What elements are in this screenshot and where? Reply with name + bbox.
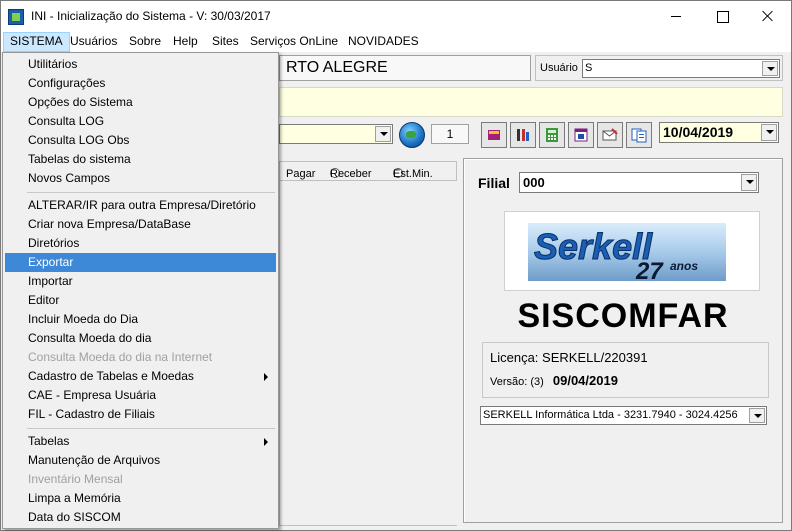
contact-select[interactable]: SERKELL Informática Ltda - 3231.7940 - 3…: [480, 406, 767, 425]
version-label: Versão: (3): [490, 376, 544, 388]
filial-label: Filial: [478, 175, 510, 191]
calendar-button[interactable]: [568, 122, 594, 148]
license-line: Licença: SERKELL/220391: [490, 350, 648, 365]
book-button[interactable]: [481, 122, 507, 148]
submenu-arrow-icon: [264, 373, 268, 381]
book-icon: [488, 130, 500, 140]
chevron-down-icon[interactable]: [749, 408, 765, 423]
minimize-button[interactable]: [653, 1, 699, 32]
product-name: SISCOMFAR: [517, 297, 729, 335]
svg-text:27: 27: [635, 258, 664, 281]
menu-item-consulta-log-obs[interactable]: Consulta LOG Obs: [5, 131, 276, 150]
submenu-arrow-icon: [264, 438, 268, 446]
menu-item-diretorios[interactable]: Diretórios: [5, 234, 276, 253]
svg-text:anos: anos: [670, 259, 698, 273]
info-bar: [279, 87, 783, 117]
left-panel: [279, 181, 457, 526]
chevron-down-icon[interactable]: [741, 174, 757, 191]
menu-item-opcoes-do-sistema[interactable]: Opções do Sistema: [5, 93, 276, 112]
mail-button[interactable]: [597, 122, 623, 148]
user-select[interactable]: S: [582, 59, 780, 78]
menu-item-cae[interactable]: CAE - Empresa Usuária: [5, 386, 276, 405]
menu-help[interactable]: Help: [167, 32, 204, 52]
menu-item-criar-empresa[interactable]: Criar nova Empresa/DataBase: [5, 215, 276, 234]
menu-item-importar[interactable]: Importar: [5, 272, 276, 291]
sistema-dropdown-menu: Utilitários Configurações Opções do Sist…: [2, 52, 279, 529]
contact-value: SERKELL Informática Ltda - 3231.7940 - 3…: [483, 409, 738, 421]
menu-item-configuracoes[interactable]: Configurações: [5, 74, 276, 93]
chevron-down-icon[interactable]: [375, 126, 391, 142]
license-label: Licença:: [490, 350, 539, 365]
menu-item-tabelas-do-sistema[interactable]: Tabelas do sistema: [5, 150, 276, 169]
type-radio-group: Pagar Receber Est.Min.: [279, 161, 457, 181]
city-field: RTO ALEGRE: [279, 55, 531, 81]
search-combo[interactable]: [279, 124, 393, 144]
menu-item-consulta-moeda[interactable]: Consulta Moeda do dia: [5, 329, 276, 348]
menu-item-alterar-empresa[interactable]: ALTERAR/IR para outra Empresa/Diretório: [5, 196, 276, 215]
menu-separator: [27, 428, 275, 429]
menu-separator: [27, 192, 275, 193]
title-bar: INI - Inicialização do Sistema - V: 30/0…: [1, 1, 791, 32]
menu-sistema[interactable]: SISTEMA: [3, 32, 70, 52]
date-value: 10/04/2019: [663, 124, 734, 140]
menu-item-limpa-memoria[interactable]: Limpa a Memória: [5, 489, 276, 508]
filial-value: 000: [523, 175, 545, 190]
app-window: INI - Inicialização do Sistema - V: 30/0…: [0, 0, 792, 531]
menu-sobre[interactable]: Sobre: [123, 32, 167, 52]
user-group: Usuário S: [535, 55, 783, 81]
menu-item-incluir-moeda[interactable]: Incluir Moeda do Dia: [5, 310, 276, 329]
menu-item-editor[interactable]: Editor: [5, 291, 276, 310]
calculator-button[interactable]: [539, 122, 565, 148]
menu-novidades[interactable]: NOVIDADES: [342, 32, 425, 52]
menu-item-tabelas[interactable]: Tabelas: [5, 432, 276, 451]
menu-item-novos-campos[interactable]: Novos Campos: [5, 169, 276, 188]
date-field[interactable]: 10/04/2019: [659, 122, 779, 143]
menu-item-exportar[interactable]: Exportar: [5, 253, 276, 272]
calendar-icon: [574, 128, 588, 142]
globe-icon[interactable]: [399, 122, 425, 148]
menu-item-consulta-log[interactable]: Consulta LOG: [5, 112, 276, 131]
user-value: S: [585, 62, 593, 74]
window-title: INI - Inicialização do Sistema - V: 30/0…: [31, 9, 271, 23]
counter-field: 1: [431, 124, 469, 144]
app-icon: [8, 9, 24, 25]
calculator-icon: [546, 128, 558, 142]
menu-item-inventario-mensal: Inventário Mensal: [28, 472, 123, 486]
close-button[interactable]: [745, 1, 791, 32]
menu-sites[interactable]: Sites: [206, 32, 245, 52]
maximize-button[interactable]: [699, 1, 745, 32]
menu-item-consulta-moeda-internet: Consulta Moeda do dia na Internet: [28, 350, 213, 364]
documents-button[interactable]: [626, 122, 652, 148]
tools-icon: [517, 129, 529, 141]
chevron-down-icon[interactable]: [762, 61, 778, 76]
version-date: 09/04/2019: [552, 373, 618, 388]
license-value: SERKELL/220391: [542, 350, 648, 365]
menu-bar: SISTEMA Usuários Sobre Help Sites Serviç…: [1, 32, 791, 52]
serkell-logo: Serkell 27 anos: [528, 223, 726, 281]
menu-item-manutencao-arquivos[interactable]: Manutenção de Arquivos: [5, 451, 276, 470]
menu-servicos-online[interactable]: Serviços OnLine: [244, 32, 344, 52]
chevron-down-icon[interactable]: [761, 124, 777, 141]
user-label: Usuário: [540, 62, 578, 74]
tools-button[interactable]: [510, 122, 536, 148]
version-line: Versão: (3) 09/04/2019: [490, 373, 618, 388]
menu-item-fil[interactable]: FIL - Cadastro de Filiais: [5, 405, 276, 424]
documents-icon: [631, 128, 647, 143]
menu-usuarios[interactable]: Usuários: [64, 32, 123, 52]
menu-item-data-siscom[interactable]: Data do SISCOM: [5, 508, 276, 527]
menu-item-utilitarios[interactable]: Utilitários: [5, 55, 276, 74]
mail-icon: [602, 128, 618, 141]
menu-item-cadastro-tabelas-moedas[interactable]: Cadastro de Tabelas e Moedas: [5, 367, 276, 386]
filial-select[interactable]: 000: [519, 172, 759, 193]
